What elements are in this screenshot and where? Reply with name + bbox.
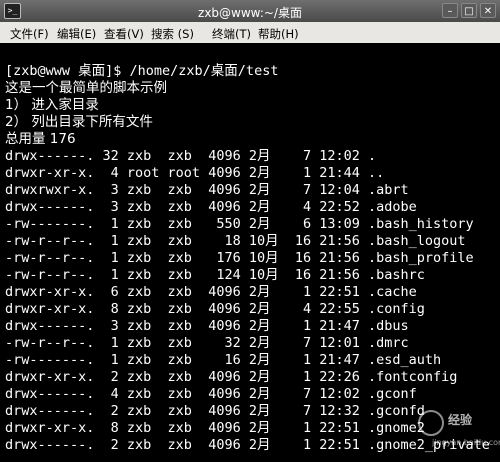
watermark-brand: 经验 — [448, 413, 473, 427]
terminal-line: drwxr-xr-x. 8 zxb zxb 4096 2月 4 22:55 .c… — [5, 301, 425, 317]
terminal-line: drwx------. 3 zxb zxb 4096 2月 4 22:52 .a… — [5, 199, 417, 215]
terminal-line: drwxr-xr-x. 6 zxb zxb 4096 2月 1 22:51 .c… — [5, 284, 417, 300]
minimize-icon[interactable]: – — [442, 3, 458, 18]
terminal-line: 2） 列出目录下所有文件 — [5, 114, 153, 130]
window-controls: – □ ✕ — [442, 3, 496, 18]
menu-file[interactable]: 文件(F) — [10, 26, 49, 42]
terminal-line: drwx------. 32 zxb zxb 4096 2月 7 12:02 . — [5, 148, 377, 164]
watermark-paw-icon — [418, 410, 444, 436]
menu-terminal[interactable]: 终端(T) — [212, 26, 251, 42]
menu-help[interactable]: 帮助(H) — [258, 26, 299, 42]
terminal-line: -rw-------. 1 zxb zxb 16 2月 1 21:47 .esd… — [5, 352, 442, 368]
window-title: zxb@www:~/桌面 — [198, 6, 302, 20]
terminal-line: drwxr-xr-x. 2 zxb zxb 4096 2月 1 22:26 .f… — [5, 369, 458, 385]
terminal-line: drwx------. 2 zxb zxb 4096 2月 7 12:32 .g… — [5, 403, 425, 419]
terminal-line: drwxr-xr-x. 4 root root 4096 2月 1 21:44 … — [5, 165, 385, 181]
terminal-line: drwx------. 4 zxb zxb 4096 2月 7 12:02 .g… — [5, 386, 417, 402]
terminal-line: -rw-------. 1 zxb zxb 550 2月 6 13:09 .ba… — [5, 216, 474, 232]
terminal-line: drwxrwxr-x. 3 zxb zxb 4096 2月 7 12:04 .a… — [5, 182, 409, 198]
terminal-line: 这是一个最简单的脚本示例 — [5, 80, 167, 96]
terminal-line: -rw-r--r--. 1 zxb zxb 124 10月 16 21:56 .… — [5, 267, 425, 283]
terminal-line: -rw-r--r--. 1 zxb zxb 176 10月 16 21:56 .… — [5, 250, 474, 266]
terminal-line: 总用量 176 — [5, 131, 76, 147]
menu-search[interactable]: 搜索 (S) — [151, 26, 194, 42]
terminal-line: drwx------. 2 zxb zxb 4096 2月 1 22:51 .g… — [5, 437, 490, 453]
terminal-line: -rw-r--r--. 1 zxb zxb 32 2月 7 12:01 .dmr… — [5, 335, 409, 351]
terminal-line: drwxr-xr-x. 8 zxb zxb 4096 2月 1 22:51 .g… — [5, 420, 425, 436]
menu-view[interactable]: 查看(V) — [104, 26, 144, 42]
close-icon[interactable]: ✕ — [480, 3, 496, 18]
terminal-line: 1） 进入家目录 — [5, 97, 99, 113]
terminal-area[interactable]: [zxb@www 桌面]$ /home/zxb/桌面/test 这是一个最简单的… — [0, 43, 500, 462]
terminal-line: -rw-r--r--. 1 zxb zxb 18 10月 16 21:56 .b… — [5, 233, 466, 249]
menu-edit[interactable]: 编辑(E) — [57, 26, 96, 42]
title-bar: >_ zxb@www:~/桌面 – □ ✕ — [0, 0, 500, 22]
terminal-line: drwx------. 3 zxb zxb 4096 2月 1 21:47 .d… — [5, 318, 409, 334]
menu-bar: 文件(F) 编辑(E) 查看(V) 搜索 (S) 终端(T) 帮助(H) — [0, 22, 500, 44]
watermark-url: jingyan.baidu.com — [432, 438, 500, 447]
maximize-icon[interactable]: □ — [461, 3, 477, 18]
terminal-line-prompt: [zxb@www 桌面]$ /home/zxb/桌面/test — [5, 63, 279, 79]
